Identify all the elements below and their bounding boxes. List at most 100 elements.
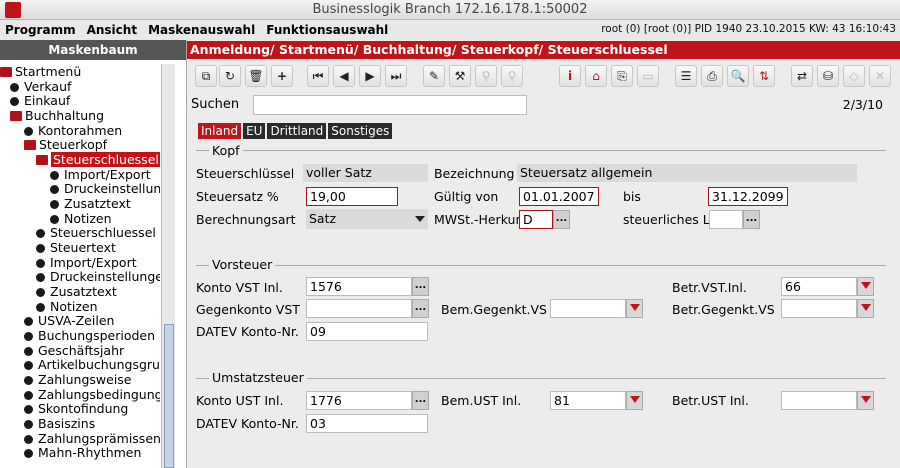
edit-button[interactable]: ✎ xyxy=(423,65,445,87)
refresh-button[interactable]: ↻ xyxy=(219,65,241,87)
print-button[interactable]: ⎙ xyxy=(701,65,723,87)
bullet-icon xyxy=(24,317,33,326)
next-record-button[interactable]: ▶ xyxy=(359,65,381,87)
breadcrumb: Anmeldung/ Startmenü/ Buchhaltung/ Steue… xyxy=(187,41,900,59)
tab-sonstiges[interactable]: Sonstiges xyxy=(328,123,393,139)
bis-label: bis xyxy=(623,189,641,204)
tree-item-druckeinstellungen-2[interactable]: Druckeinstellungen xyxy=(36,269,160,285)
konto-vst-lookup-button[interactable]: ... xyxy=(412,277,429,296)
bis-input[interactable]: 31.12.2099 xyxy=(708,187,788,206)
disabled-button-4[interactable]: ◇ xyxy=(843,65,865,87)
info-button[interactable]: i xyxy=(559,65,581,87)
menu-maskenauswahl[interactable]: Maskenauswahl xyxy=(143,23,261,37)
konto-ust-lookup-button[interactable]: ... xyxy=(412,391,429,410)
betr-ust-dropdown-button[interactable] xyxy=(857,391,874,410)
chevron-down-icon[interactable] xyxy=(415,216,425,222)
bullet-icon xyxy=(50,215,59,224)
tree-item-skontofindung[interactable]: Skontofindung xyxy=(24,401,128,417)
bullet-icon xyxy=(10,97,19,106)
steuersatz-input[interactable]: 19,00 xyxy=(306,187,398,206)
tree-item-zusatztext[interactable]: Zusatztext xyxy=(50,196,131,212)
datev-ust-label: DATEV Konto-Nr. xyxy=(196,416,299,431)
export-button[interactable]: ⎘ xyxy=(611,65,633,87)
menu-ansicht[interactable]: Ansicht xyxy=(82,23,143,37)
konto-vst-input[interactable]: 1576 xyxy=(306,277,412,296)
gegenkonto-vst-lookup-button[interactable]: ... xyxy=(412,299,429,318)
tree-item-startmenu[interactable]: Startmenü xyxy=(0,64,81,80)
tab-eu[interactable]: EU xyxy=(243,123,266,139)
gegenkonto-vst-input[interactable] xyxy=(306,299,412,318)
search-button[interactable]: 🔍 xyxy=(727,65,749,87)
betr-ust-input[interactable] xyxy=(781,391,857,410)
delete-button[interactable]: 🗑 xyxy=(245,65,267,87)
tree-item-buchungsperioden[interactable]: Buchungsperioden xyxy=(24,328,155,344)
betr-vst-input[interactable]: 66 xyxy=(781,277,857,296)
betr-gegenkt-vst-input[interactable] xyxy=(781,299,857,318)
berechnungsart-label: Berechnungsart xyxy=(196,212,296,227)
disabled-button-5[interactable]: ✕ xyxy=(869,65,891,87)
tree-item-steuertext[interactable]: Steuertext xyxy=(36,240,116,256)
swap-button[interactable]: ⇄ xyxy=(791,65,813,87)
berechnungsart-select[interactable]: Satz xyxy=(306,209,428,229)
tree-item-zusatztext-2[interactable]: Zusatztext xyxy=(36,284,117,300)
steuerliches-lookup-button[interactable]: ... xyxy=(743,210,760,229)
steuerschluessel-field: voller Satz xyxy=(303,164,428,182)
mwst-herkunft-input[interactable]: D xyxy=(519,210,553,229)
tree-item-buchhaltung[interactable]: Buchhaltung xyxy=(10,108,104,124)
trash-icon: 🗑 xyxy=(248,69,264,83)
disabled-button-2[interactable]: ⚲ xyxy=(501,65,523,87)
tab-drittland[interactable]: Drittland xyxy=(267,123,327,139)
first-record-button[interactable]: ⏮ xyxy=(307,65,329,87)
betr-vst-dropdown-button[interactable] xyxy=(857,277,874,296)
mwst-herkunft-lookup-button[interactable]: ... xyxy=(553,210,570,229)
bullet-icon xyxy=(36,288,45,297)
tree-item-zahlungsweise[interactable]: Zahlungsweise xyxy=(24,372,132,388)
tree-item-basiszins[interactable]: Basiszins xyxy=(24,416,95,432)
gueltig-von-input[interactable]: 01.01.2007 xyxy=(519,187,599,206)
sidebar-scrollbar[interactable] xyxy=(161,64,175,468)
datev-vst-input[interactable]: 09 xyxy=(306,322,428,341)
search-input[interactable] xyxy=(253,95,527,115)
bullet-icon xyxy=(36,244,45,253)
steuerliches-input[interactable] xyxy=(709,210,743,229)
previous-record-button[interactable]: ◀ xyxy=(333,65,355,87)
save-icon: ⛁ xyxy=(822,69,834,83)
bem-ust-dropdown-button[interactable] xyxy=(626,391,643,410)
tree-item-steuerschluessel-selected[interactable]: Steuerschluessel xyxy=(36,152,160,168)
tree-item-usva-zeilen[interactable]: USVA-Zeilen xyxy=(24,313,114,329)
tab-inland[interactable]: Inland xyxy=(198,123,242,139)
menu-funktionsauswahl[interactable]: Funktionsauswahl xyxy=(261,23,394,37)
bem-gegenkt-vst-dropdown-button[interactable] xyxy=(626,299,643,318)
bem-ust-input[interactable]: 81 xyxy=(550,391,626,410)
datev-ust-input[interactable]: 03 xyxy=(306,414,428,433)
disabled-button-1[interactable]: ⚲ xyxy=(475,65,497,87)
menu-programm[interactable]: Programm xyxy=(0,23,82,37)
disabled-button-3[interactable]: ▭ xyxy=(637,65,659,87)
betr-gegenkt-vst-dropdown-button[interactable] xyxy=(857,299,874,318)
tree-item-steuerkopf[interactable]: Steuerkopf xyxy=(24,137,107,153)
tree-item-steuerschluessel[interactable]: Steuerschluessel xyxy=(36,225,156,241)
title-bar: Businesslogik Branch 172.16.178.1:50002 xyxy=(0,0,900,20)
tree-item-mahn-rhythmen[interactable]: Mahn-Rhythmen xyxy=(24,445,141,461)
list-button[interactable]: ☰ xyxy=(675,65,697,87)
save-button[interactable]: ⛁ xyxy=(817,65,839,87)
tree-item-artikelbuchungsgruppe[interactable]: Artikelbuchungsgru xyxy=(24,357,160,373)
bem-gegenkt-vst-input[interactable] xyxy=(550,299,626,318)
sort-button[interactable]: ⇅ xyxy=(753,65,775,87)
tool-button[interactable]: ⚒ xyxy=(449,65,471,87)
navigation-tree: Startmenü Verkauf Einkauf Buchhaltung Ko… xyxy=(0,64,160,468)
last-record-button[interactable]: ⏭ xyxy=(385,65,407,87)
home-button[interactable]: ⌂ xyxy=(585,65,607,87)
bullet-icon xyxy=(10,83,19,92)
konto-ust-input[interactable]: 1776 xyxy=(306,391,412,410)
add-button[interactable]: + xyxy=(271,65,293,87)
datev-vst-label: DATEV Konto-Nr. xyxy=(196,324,299,339)
bullet-icon xyxy=(50,171,59,180)
bezeichnung-label: Bezeichnung xyxy=(434,166,515,181)
tree-item-druckeinstellungen[interactable]: Druckeinstellun xyxy=(50,181,160,197)
filter-icon: ⚲ xyxy=(507,69,517,83)
tree-item-einkauf[interactable]: Einkauf xyxy=(10,93,70,109)
magnifier-icon: 🔍 xyxy=(730,69,746,83)
copy-button[interactable]: ⧉ xyxy=(195,65,217,87)
scrollbar-thumb[interactable] xyxy=(164,324,174,468)
